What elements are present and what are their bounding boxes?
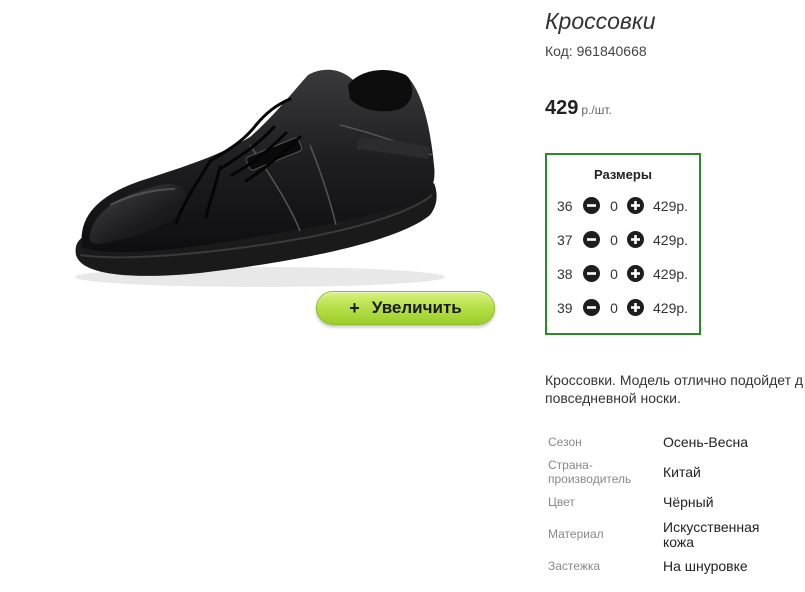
spec-value-line: Искусственная (663, 519, 760, 535)
size-price: 429р. (653, 198, 689, 214)
product-page: + Увеличить Кроссовки Код: 961840668 429… (0, 0, 805, 592)
plus-circle-icon[interactable] (627, 265, 644, 282)
product-title: Кроссовки (545, 8, 656, 34)
size-value: 38 (557, 266, 573, 282)
spec-label-season: Сезон (548, 435, 582, 449)
minus-circle-icon[interactable] (583, 197, 600, 214)
spec-value-country: Китай (663, 464, 701, 480)
minus-circle-icon[interactable] (583, 265, 600, 282)
spec-label-fastening: Застежка (548, 559, 601, 573)
spec-value-material: Искусственная кожа (663, 520, 803, 550)
description-line: повседневной носки. (545, 390, 681, 406)
minus-circle-icon[interactable] (583, 299, 600, 316)
plus-icon: + (349, 297, 360, 318)
description-line: Кроссовки. Модель отлично подойдет д (545, 372, 804, 388)
spec-label-country: Страна- производитель (548, 458, 648, 486)
spec-label-color: Цвет (548, 495, 575, 509)
sizes-title: Размеры (594, 167, 652, 182)
size-quantity[interactable]: 0 (607, 196, 621, 216)
size-quantity[interactable]: 0 (607, 264, 621, 284)
spec-value-line: кожа (663, 534, 695, 550)
plus-circle-icon[interactable] (627, 197, 644, 214)
spec-label-line: производитель (548, 472, 632, 486)
size-price: 429р. (653, 232, 689, 248)
price-unit: р./шт. (581, 103, 612, 117)
plus-circle-icon[interactable] (627, 299, 644, 316)
spec-value-season: Осень-Весна (663, 434, 749, 450)
size-value: 36 (557, 198, 573, 214)
product-sku: Код: 961840668 (545, 43, 647, 59)
size-price: 429р. (653, 266, 689, 282)
size-quantity[interactable]: 0 (607, 298, 621, 318)
zoom-button[interactable]: + Увеличить (316, 291, 495, 325)
size-quantity[interactable]: 0 (607, 230, 621, 250)
sizes-selector: Размеры 36 0 429р. 37 0 429р. 38 0 429р.… (545, 153, 701, 335)
size-value: 39 (557, 300, 573, 316)
spec-value-fastening: На шнуровке (663, 558, 748, 574)
size-value: 37 (557, 232, 573, 248)
price-amount: 429 (545, 97, 579, 119)
product-description: Кроссовки. Модель отлично подойдет д пов… (545, 371, 805, 407)
zoom-label: Увеличить (371, 298, 462, 317)
minus-circle-icon[interactable] (583, 231, 600, 248)
plus-circle-icon[interactable] (627, 231, 644, 248)
spec-value-color: Чёрный (663, 494, 714, 510)
spec-label-material: Материал (548, 527, 604, 541)
product-image[interactable] (60, 55, 460, 295)
size-price: 429р. (653, 300, 689, 316)
spec-label-line: Страна- (548, 458, 593, 472)
product-price: 429 р./шт. (545, 97, 612, 120)
